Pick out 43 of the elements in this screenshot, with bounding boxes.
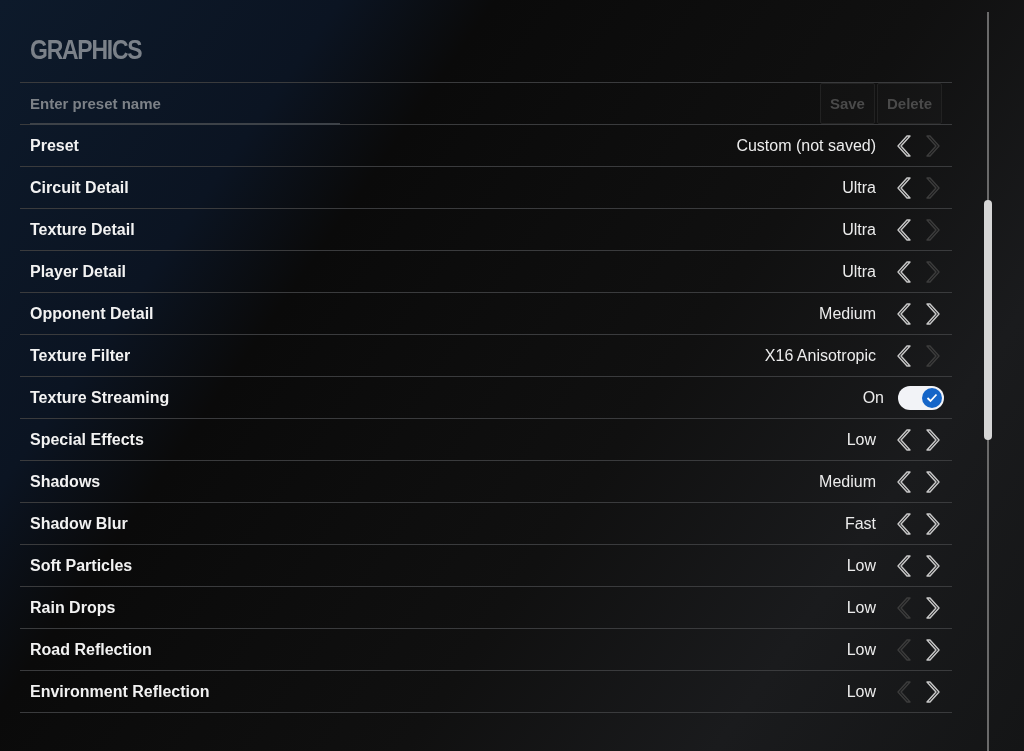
- setting-value: Medium: [819, 304, 876, 323]
- previous-chevron-button[interactable]: [894, 302, 914, 325]
- setting-value: Low: [846, 430, 876, 449]
- previous-chevron-button[interactable]: [894, 218, 914, 241]
- setting-value: Fast: [844, 514, 876, 533]
- setting-value: X16 Anisotropic: [764, 346, 876, 365]
- preset-name-field[interactable]: Enter preset name: [30, 84, 340, 125]
- setting-label: Circuit Detail: [30, 178, 130, 197]
- setting-value: Low: [846, 682, 876, 701]
- setting-label: Texture Filter: [30, 346, 132, 365]
- setting-value: Ultra: [842, 262, 876, 281]
- setting-value: Low: [846, 598, 876, 617]
- setting-label: Shadow Blur: [30, 514, 129, 533]
- setting-label: Environment Reflection: [30, 682, 211, 701]
- setting-value: Medium: [819, 472, 876, 491]
- previous-chevron-button[interactable]: [894, 134, 914, 157]
- scrollbar[interactable]: [984, 12, 992, 751]
- setting-label: Soft Particles: [30, 556, 134, 575]
- section-title: GRAPHICS: [30, 33, 142, 67]
- setting-label: Shadows: [30, 472, 102, 491]
- previous-chevron-button[interactable]: [894, 428, 914, 451]
- previous-chevron-button[interactable]: [894, 470, 914, 493]
- check-icon: [926, 392, 938, 403]
- previous-chevron-button[interactable]: [894, 176, 914, 199]
- previous-chevron-button[interactable]: [894, 344, 914, 367]
- setting-label: Player Detail: [30, 262, 128, 281]
- setting-label: Rain Drops: [30, 598, 117, 617]
- previous-chevron-button[interactable]: [894, 260, 914, 283]
- setting-value: Ultra: [842, 178, 876, 197]
- toggle-switch[interactable]: [898, 385, 944, 410]
- setting-label: Texture Detail: [30, 220, 136, 239]
- setting-label: Preset: [30, 136, 80, 155]
- setting-label: Special Effects: [30, 430, 145, 449]
- setting-label: Texture Streaming: [30, 388, 171, 407]
- setting-label: Road Reflection: [30, 640, 153, 659]
- setting-value: On: [862, 388, 884, 407]
- previous-chevron-button[interactable]: [894, 512, 914, 535]
- setting-value: Low: [846, 556, 876, 575]
- setting-label: Opponent Detail: [30, 304, 155, 323]
- setting-value: Custom (not saved): [736, 136, 876, 155]
- previous-chevron-button[interactable]: [894, 554, 914, 577]
- setting-value: Ultra: [842, 220, 876, 239]
- setting-value: Low: [846, 640, 876, 659]
